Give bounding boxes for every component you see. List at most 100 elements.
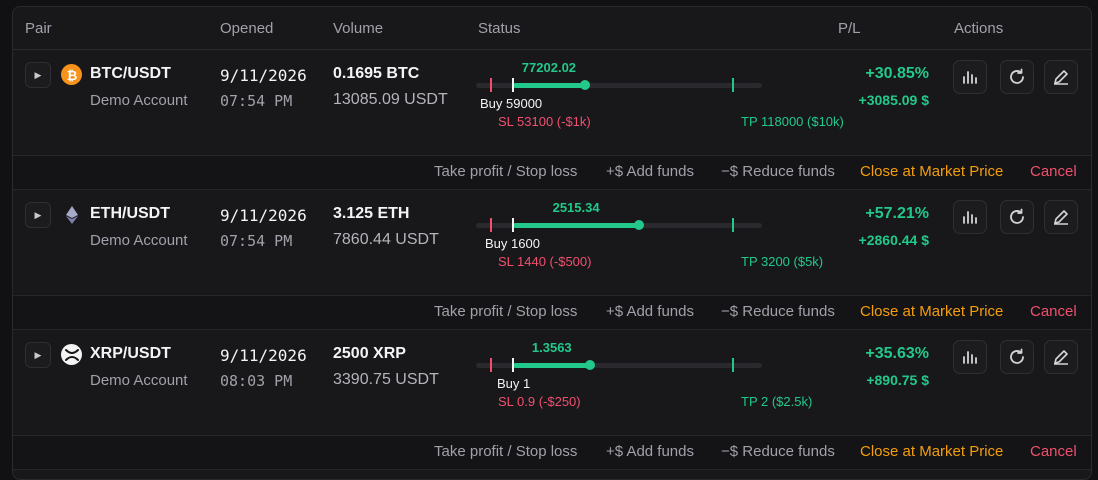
chart-button[interactable] [953,60,987,94]
pair-name: BTC/USDT [90,65,171,82]
take-profit-marker [732,78,734,92]
pair-name: ETH/USDT [90,205,170,222]
position-main: ▶ ETH/USDT Demo Account 9/11/2026 07:54 … [13,190,1091,295]
edit-button[interactable] [1044,60,1078,94]
pl-percent: +35.63% [865,345,929,362]
row-actions-bar: Take profit / Stop loss +$ Add funds −$ … [13,435,1091,470]
current-price-marker [585,360,596,370]
cancel-link[interactable]: Cancel [1030,303,1077,320]
tpsl-link[interactable]: Take profit / Stop loss [434,443,577,460]
progress-fill [513,83,585,88]
buy-price: Buy 59000 [480,96,543,111]
volume-usdt: 7860.44 USDT [333,231,439,248]
buy-price: Buy 1600 [485,236,540,251]
take-profit-label: TP 3200 ($5k) [741,254,824,269]
price-status: 2515.34 Buy 1600 SL 1440 (-$500) TP 3200… [476,190,823,295]
current-price: 2515.34 [552,200,600,215]
reduce-funds-link[interactable]: −$ Reduce funds [721,443,835,460]
progress-fill [513,223,639,228]
add-funds-link[interactable]: +$ Add funds [606,303,694,320]
table-row: ▶ XRP/USDT Demo Account 9/11/2026 08:03 … [13,330,1091,477]
expand-row-button[interactable]: ▶ [25,202,51,228]
current-price-marker [579,80,590,90]
position-main: ▶ ₿ BTC/USDT Demo Account 9/11/2026 07:5… [13,50,1091,155]
play-triangle-icon: ▶ [34,349,42,360]
bar-chart-icon [963,351,977,364]
stop-loss-marker [490,358,492,372]
refresh-icon [1010,348,1024,364]
add-funds-link[interactable]: +$ Add funds [606,443,694,460]
buy-price: Buy 1 [497,376,531,391]
entry-marker [512,218,514,232]
reduce-funds-link[interactable]: −$ Reduce funds [721,303,835,320]
take-profit-marker [732,218,734,232]
volume-usdt: 13085.09 USDT [333,91,448,108]
pl-percent: +57.21% [865,205,929,222]
refresh-button[interactable] [1000,60,1034,94]
volume-amount: 3.125 ETH [333,205,410,222]
entry-marker [512,78,514,92]
tpsl-link[interactable]: Take profit / Stop loss [434,303,577,320]
pl-amount: +2860.44 $ [858,232,929,248]
tpsl-link[interactable]: Take profit / Stop loss [434,163,577,180]
pencil-icon [1054,350,1068,365]
refresh-icon [1010,208,1024,224]
header-pl: P/L [838,20,861,37]
row-actions-bar: Take profit / Stop loss +$ Add funds −$ … [13,295,1091,330]
stop-loss-label: SL 0.9 (-$250) [498,394,581,409]
table-row: ▶ ₿ BTC/USDT Demo Account 9/11/2026 07:5… [13,50,1091,197]
ethereum-icon [61,204,82,225]
close-market-link[interactable]: Close at Market Price [860,163,1003,180]
edit-button[interactable] [1044,340,1078,374]
edit-button[interactable] [1044,200,1078,234]
take-profit-label: TP 2 ($2.5k) [741,394,813,409]
bar-chart-icon [963,211,977,224]
header-pair: Pair [25,20,52,37]
refresh-button[interactable] [1000,200,1034,234]
current-price: 77202.02 [521,60,577,75]
account-name: Demo Account [90,232,188,249]
opened-time: 07:54 PM [220,92,293,110]
pl-amount: +890.75 $ [866,372,929,388]
pl-amount: +3085.09 $ [858,92,929,108]
opened-time: 08:03 PM [220,372,293,390]
pl-percent: +30.85% [865,65,929,82]
opened-date: 9/11/2026 [220,66,307,85]
pencil-icon [1054,70,1068,85]
expand-row-button[interactable]: ▶ [25,62,51,88]
stop-loss-label: SL 53100 (-$1k) [498,114,591,129]
header-status: Status [478,20,521,37]
positions-table: Pair Opened Volume Status P/L Actions ▶ … [12,6,1092,480]
close-market-link[interactable]: Close at Market Price [860,443,1003,460]
reduce-funds-link[interactable]: −$ Reduce funds [721,163,835,180]
volume-usdt: 3390.75 USDT [333,371,439,388]
header-opened: Opened [220,20,274,37]
position-main: ▶ XRP/USDT Demo Account 9/11/2026 08:03 … [13,330,1091,435]
current-price-marker [634,220,645,230]
volume-amount: 0.1695 BTC [333,65,420,82]
entry-marker [512,358,514,372]
bitcoin-icon: ₿ [61,64,82,85]
stop-loss-label: SL 1440 (-$500) [498,254,592,269]
table-header: Pair Opened Volume Status P/L Actions [13,7,1091,50]
take-profit-label: TP 118000 ($10k) [741,114,844,129]
expand-row-button[interactable]: ▶ [25,342,51,368]
refresh-button[interactable] [1000,340,1034,374]
chart-button[interactable] [953,340,987,374]
cancel-link[interactable]: Cancel [1030,163,1077,180]
current-price: 1.3563 [531,340,572,355]
header-actions: Actions [954,20,1004,37]
table-row: ▶ ETH/USDT Demo Account 9/11/2026 07:54 … [13,190,1091,337]
play-triangle-icon: ▶ [34,69,42,80]
pair-name: XRP/USDT [90,345,171,362]
cancel-link[interactable]: Cancel [1030,443,1077,460]
price-status: 77202.02 Buy 59000 SL 53100 (-$1k) TP 11… [476,50,844,155]
close-market-link[interactable]: Close at Market Price [860,303,1003,320]
account-name: Demo Account [90,372,188,389]
stop-loss-marker [490,78,492,92]
chart-button[interactable] [953,200,987,234]
add-funds-link[interactable]: +$ Add funds [606,163,694,180]
refresh-icon [1010,68,1024,84]
header-volume: Volume [333,20,384,37]
progress-fill [513,363,591,368]
